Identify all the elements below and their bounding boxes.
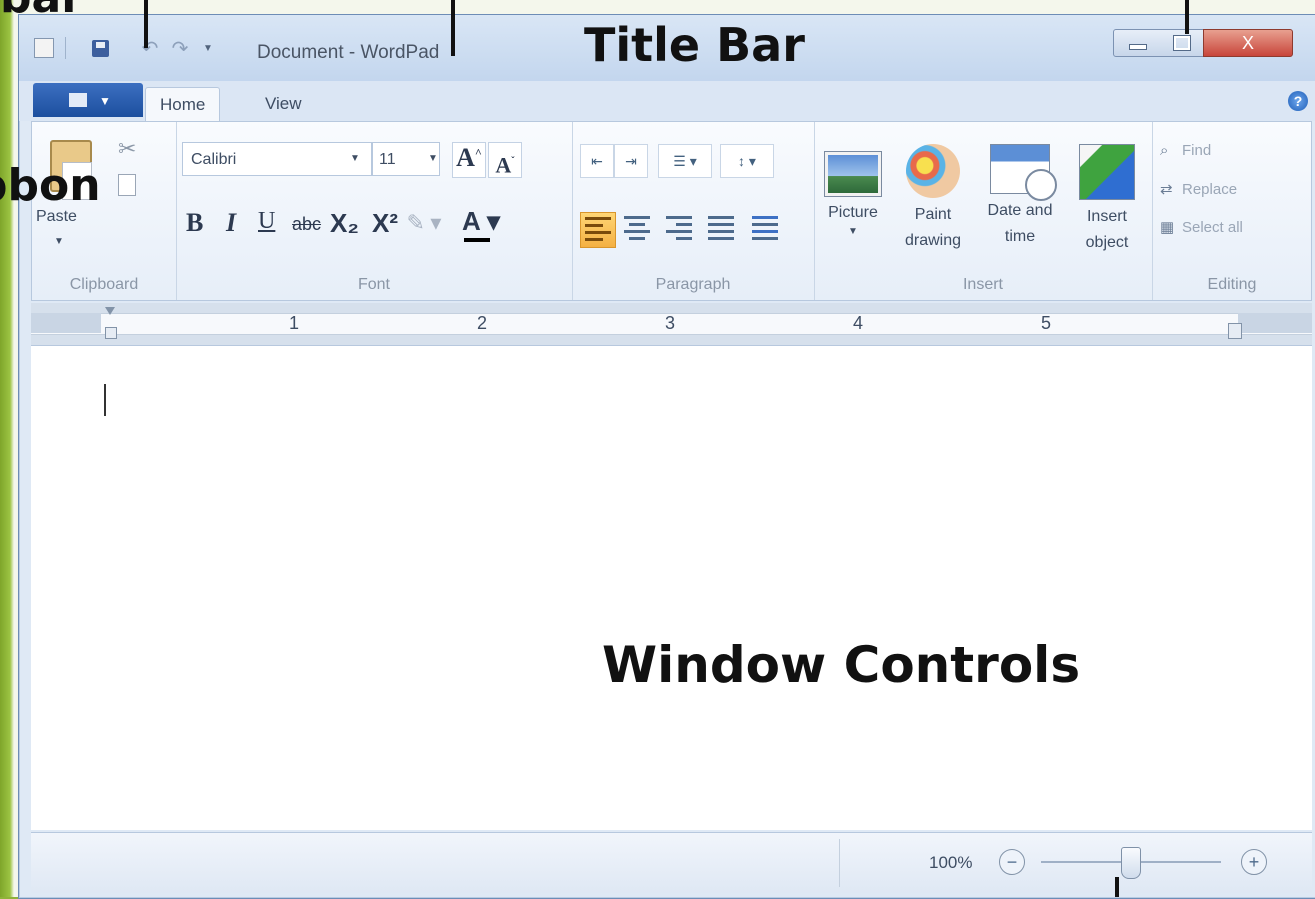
ribbon-tabs: ▼ Home View ? (19, 81, 1315, 122)
save-icon[interactable] (89, 37, 111, 59)
document-icon (69, 93, 87, 107)
font-color-button[interactable]: A ▾ (458, 206, 504, 242)
strikethrough-button[interactable]: abc (292, 214, 321, 235)
align-left-icon[interactable] (580, 212, 616, 248)
wordpad-window: ↶ ↷ ▼ Document - WordPad X ▼ Home View ?… (18, 14, 1315, 899)
bold-button[interactable]: B (186, 208, 203, 238)
zoom-level: 100% (929, 853, 973, 872)
clipboard-group-label: Clipboard (69, 276, 139, 293)
editing-group: ⌕ Find ⇄ Replace ▦ Select all Editing (1152, 122, 1312, 300)
superscript-button[interactable]: X² (372, 208, 398, 239)
tab-home[interactable]: Home (145, 87, 221, 122)
chevron-down-icon: ▼ (848, 226, 858, 237)
binoculars-icon: ⌕ (1160, 142, 1169, 159)
bullets-icon[interactable]: ☰ ▾ (658, 144, 712, 178)
ruler-number: 2 (477, 313, 488, 333)
select-all-button[interactable]: ▦ Select all (1160, 218, 1243, 236)
calendar-clock-icon (990, 144, 1057, 201)
insert-group-label: Insert (962, 276, 1003, 293)
paint-palette-icon (906, 144, 960, 198)
help-icon[interactable]: ? (1288, 91, 1308, 111)
paragraph-settings-icon[interactable] (748, 212, 782, 246)
shrink-font-button[interactable]: Aˇ (488, 142, 522, 178)
cut-icon[interactable]: ✂ (118, 136, 136, 162)
find-button[interactable]: ⌕ Find (1160, 142, 1211, 159)
ruler-number: 1 (289, 313, 300, 333)
callout-ribbon: bbon (0, 160, 101, 211)
select-all-icon: ▦ (1160, 219, 1175, 236)
chevron-down-icon[interactable]: ▼ (428, 144, 438, 174)
callout-line (1115, 877, 1119, 897)
qat-separator (65, 37, 66, 59)
line-spacing-icon[interactable]: ↕ ▾ (720, 144, 774, 178)
editing-group-label: Editing (1207, 276, 1257, 293)
subscript-button[interactable]: X₂ (330, 208, 359, 239)
paste-dropdown-icon[interactable]: ▼ (54, 236, 64, 247)
date-and-time-label: Date and time (987, 202, 1053, 245)
app-icon[interactable] (33, 37, 55, 59)
highlight-icon[interactable]: ✎ ▾ (406, 210, 442, 240)
paint-drawing-button[interactable]: Paint drawing (892, 144, 974, 254)
ruler-number: 5 (1041, 313, 1052, 333)
increase-indent-icon[interactable]: ⇥ (614, 144, 648, 178)
callout-line (144, 0, 148, 48)
picture-label: Picture (828, 204, 878, 221)
font-group-label: Font (357, 276, 390, 293)
align-center-icon[interactable] (620, 212, 654, 246)
minimize-button[interactable] (1113, 29, 1161, 57)
insert-object-label: Insert object (1085, 208, 1129, 251)
tab-view[interactable]: View (251, 87, 316, 121)
justify-icon[interactable] (704, 212, 738, 246)
font-family-select[interactable]: Calibri (182, 142, 372, 176)
zoom-out-button[interactable]: − (999, 849, 1025, 875)
chevron-down-icon: ▼ (99, 94, 111, 108)
ruler-number: 4 (853, 313, 864, 333)
object-icon (1079, 144, 1135, 200)
picture-button[interactable]: Picture ▼ (814, 144, 892, 237)
close-button[interactable]: X (1203, 29, 1293, 57)
paragraph-group: ⇤ ⇥ ☰ ▾ ↕ ▾ Paragraph (572, 122, 815, 300)
insert-group: Picture ▼ Paint drawing Date and time In… (814, 122, 1153, 300)
paragraph-group-label: Paragraph (655, 276, 731, 293)
grow-font-button[interactable]: A^ (452, 142, 486, 178)
align-right-icon[interactable] (662, 212, 696, 246)
picture-icon (825, 152, 881, 196)
right-indent-marker[interactable] (1228, 323, 1242, 339)
replace-icon: ⇄ (1160, 181, 1173, 198)
text-caret (104, 384, 106, 416)
callout-quick-access-toolbar: bar (0, 0, 83, 23)
callout-line (451, 0, 455, 56)
zoom-slider-thumb[interactable] (1121, 847, 1141, 879)
ribbon: Paste ▼ ✂ Clipboard Calibri ▼ 11 ▼ A^ Aˇ… (31, 121, 1312, 301)
maximize-button[interactable] (1159, 29, 1204, 57)
paint-drawing-label: Paint drawing (904, 206, 962, 249)
chevron-down-icon[interactable]: ▼ (350, 144, 360, 174)
left-indent-marker[interactable] (105, 307, 117, 339)
font-color-icon: A (461, 206, 480, 236)
document-area[interactable] (31, 346, 1312, 830)
font-group: Calibri ▼ 11 ▼ A^ Aˇ B I U abc X₂ X² ✎ ▾… (176, 122, 573, 300)
callout-window-controls: Window Controls (602, 636, 1081, 694)
status-bar: 100% − + (31, 832, 1312, 893)
zoom-in-button[interactable]: + (1241, 849, 1267, 875)
italic-button[interactable]: I (226, 208, 236, 238)
application-menu-button[interactable]: ▼ (33, 83, 143, 117)
callout-line (1185, 0, 1189, 34)
decrease-indent-icon[interactable]: ⇤ (580, 144, 614, 178)
callout-title-bar: Title Bar (584, 18, 805, 72)
insert-object-button[interactable]: Insert object (1066, 144, 1148, 256)
copy-icon[interactable] (118, 174, 136, 196)
window-title: Document - WordPad (257, 42, 440, 63)
customize-dropdown-icon[interactable]: ▼ (197, 37, 219, 59)
replace-button[interactable]: ⇄ Replace (1160, 180, 1237, 198)
ruler[interactable]: 1 2 3 4 5 (31, 303, 1312, 346)
underline-button[interactable]: U (258, 208, 275, 235)
ruler-number: 3 (665, 313, 676, 333)
redo-icon[interactable]: ↷ (169, 37, 191, 60)
date-and-time-button[interactable]: Date and time (974, 144, 1066, 250)
undo-icon[interactable]: ↶ (139, 37, 161, 60)
clipboard-group: Paste ▼ ✂ Clipboard (32, 122, 177, 300)
